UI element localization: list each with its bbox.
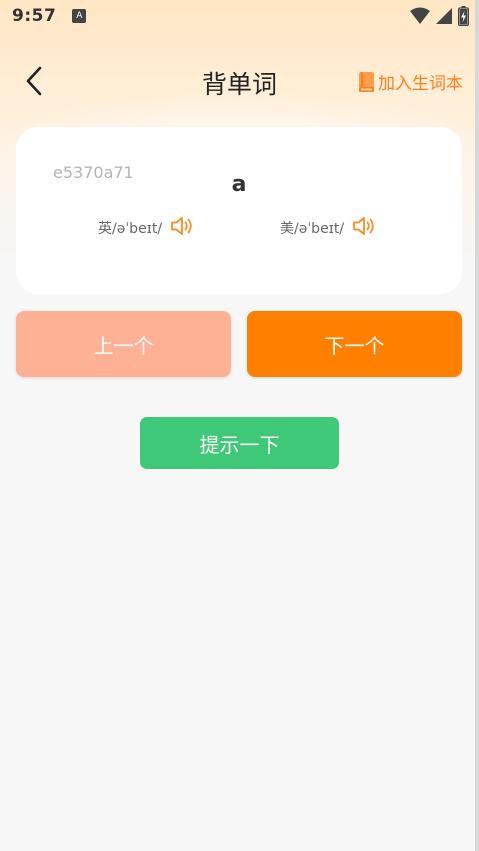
- uk-speaker-button[interactable]: [170, 215, 196, 241]
- next-button[interactable]: 下一个: [247, 311, 462, 377]
- previous-button[interactable]: 上一个: [16, 311, 231, 377]
- add-to-vocab-button[interactable]: 加入生词本: [358, 69, 463, 94]
- app-screen: 9:57 A 背单词 加入生词本 e5370a71 a 英/əˈbeɪt/ 美/…: [0, 0, 479, 851]
- previous-button-label: 上一个: [93, 333, 154, 358]
- hint-button-label: 提示一下: [199, 432, 280, 457]
- speaker-icon: [171, 217, 192, 235]
- wifi-icon: [410, 7, 430, 24]
- speaker-icon: [353, 217, 374, 235]
- status-icons: [410, 6, 469, 26]
- status-bar: 9:57 A: [0, 0, 475, 32]
- us-phonetic-label: 美/əˈbeɪt/: [280, 221, 345, 237]
- status-time: 9:57: [12, 6, 57, 26]
- book-icon: [359, 71, 374, 92]
- us-pronunciation: 美/əˈbeɪt/: [280, 215, 378, 241]
- battery-icon: [458, 6, 469, 26]
- word-text: a: [231, 172, 247, 197]
- hint-button[interactable]: 提示一下: [140, 417, 339, 469]
- add-to-vocab-label: 加入生词本: [378, 74, 463, 94]
- next-button-label: 下一个: [324, 333, 385, 358]
- app-header: 背单词 加入生词本: [0, 55, 475, 107]
- uk-phonetic-label: 英/əˈbeɪt/: [98, 221, 163, 237]
- us-speaker-button[interactable]: [352, 215, 378, 241]
- app-notification-icon: A: [72, 9, 87, 23]
- word-card: e5370a71 a 英/əˈbeɪt/ 美/əˈbeɪt/: [16, 127, 462, 294]
- uk-pronunciation: 英/əˈbeɪt/: [98, 215, 196, 241]
- signal-icon: [436, 8, 452, 24]
- app-badge-label: A: [76, 11, 83, 21]
